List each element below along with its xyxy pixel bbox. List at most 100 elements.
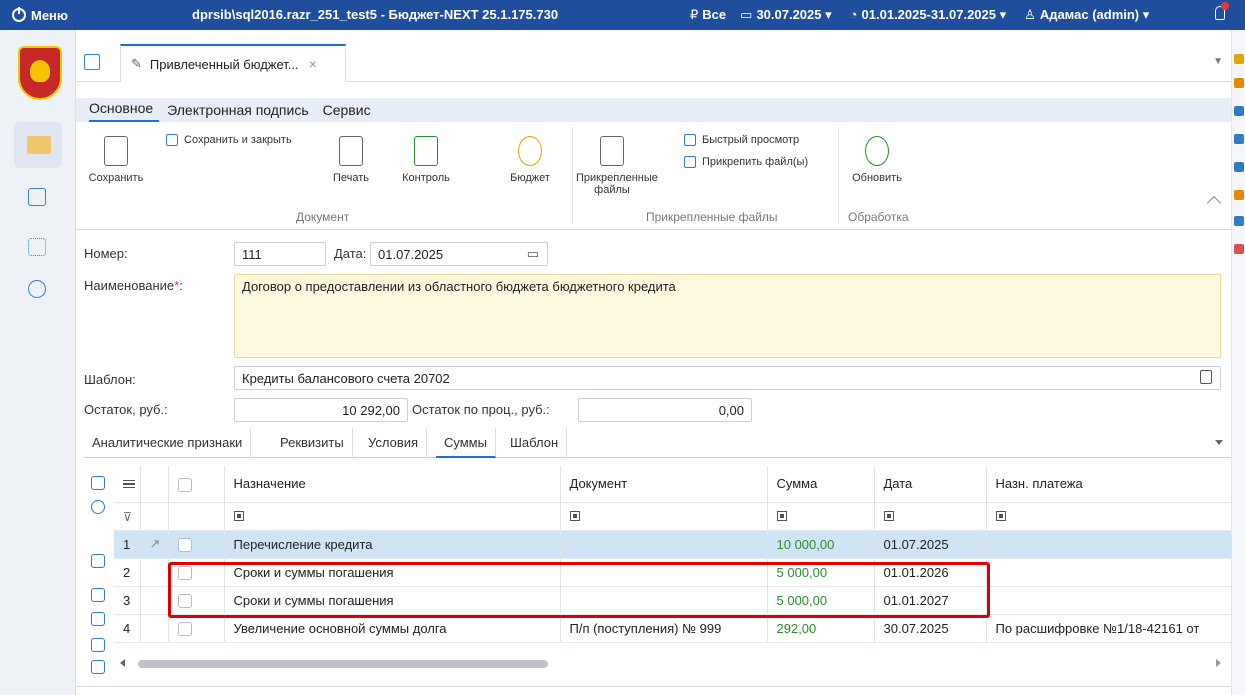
expand-icon[interactable] — [91, 554, 105, 568]
filter-purpose[interactable] — [224, 502, 561, 531]
checkbox[interactable] — [177, 621, 192, 636]
number-field[interactable]: 111 — [234, 242, 326, 266]
attached-files-button[interactable]: Прикрепленные файлы — [576, 136, 658, 196]
date-selector[interactable]: ▭ 30.07.2025 ▾ — [740, 7, 836, 23]
table-row[interactable]: 3 Сроки и суммы погашения 5 000,00 01.01… — [114, 586, 1232, 615]
scroll-left-icon[interactable] — [120, 659, 125, 667]
user-icon[interactable] — [1234, 54, 1244, 64]
filter-icon[interactable] — [1234, 162, 1244, 172]
quick-view-button[interactable]: Быстрый просмотр — [684, 134, 799, 146]
checkbox[interactable] — [177, 593, 192, 608]
tabs-overview-icon[interactable] — [84, 54, 100, 70]
scroll-up-icon[interactable] — [91, 476, 105, 490]
tab-title: Привлеченный бюджет... — [149, 56, 299, 72]
tab-analytics[interactable]: Аналитические признаки — [84, 428, 252, 458]
copy-icon[interactable] — [91, 612, 105, 626]
scroll-down-icon[interactable] — [91, 660, 105, 674]
filter-clear-icon[interactable]: ⊽ — [123, 510, 132, 524]
menu-button[interactable]: Меню — [0, 7, 88, 23]
column-chooser[interactable] — [114, 466, 141, 503]
folder-icon[interactable] — [14, 122, 62, 168]
filter-document[interactable] — [560, 502, 768, 531]
table-row[interactable]: 4 Увеличение основной суммы долга П/п (п… — [114, 614, 1232, 643]
chevron-down-icon[interactable] — [1215, 440, 1223, 445]
template-picker-icon[interactable] — [1200, 370, 1212, 384]
save-close-button[interactable]: Сохранить и закрыть — [166, 134, 292, 146]
notification-badge — [1221, 2, 1229, 10]
select-all[interactable] — [168, 466, 225, 503]
filter-payment[interactable] — [986, 502, 1232, 531]
currency-selector[interactable]: ₽ Все — [690, 7, 726, 23]
header-date[interactable]: Дата — [874, 466, 987, 503]
sql-icon[interactable] — [1234, 134, 1244, 144]
filter-icon[interactable] — [995, 510, 1006, 521]
scroll-thumb[interactable] — [138, 660, 548, 668]
template-field[interactable]: Кредиты балансового счета 20702 — [234, 366, 1221, 390]
filter-icon[interactable] — [233, 510, 244, 521]
name-field[interactable]: Договор о предоставлении из областного б… — [234, 274, 1221, 358]
filter-sum[interactable] — [767, 502, 875, 531]
chevron-down-icon[interactable]: ▼ — [1213, 56, 1223, 67]
header-purpose[interactable]: Назначение — [224, 466, 561, 503]
calendar-icon: ▭ — [740, 7, 753, 22]
tool-icon[interactable] — [1234, 78, 1244, 88]
attach-file-button[interactable]: Прикрепить файл(ы) — [684, 156, 808, 168]
tab-requisites[interactable]: Реквизиты — [272, 428, 353, 458]
table-row[interactable]: 1 ↗ Перечисление кредита 10 000,00 01.07… — [114, 530, 1232, 559]
checkbox[interactable] — [177, 537, 192, 552]
pct-balance-field[interactable]: 0,00 — [578, 398, 752, 422]
ribbon-tab-signature[interactable]: Электронная подпись — [167, 102, 314, 122]
print-button[interactable]: Печать — [326, 136, 376, 184]
sums-table: Назначение Документ Сумма Дата Назн. пла… — [114, 466, 1232, 643]
left-sidebar — [0, 30, 76, 695]
tab-template[interactable]: Шаблон — [502, 428, 568, 458]
coins-icon — [518, 136, 542, 166]
header-sum[interactable]: Сумма — [767, 466, 875, 503]
tab-conditions[interactable]: Условия — [360, 428, 428, 458]
export-icon[interactable] — [91, 638, 105, 652]
scroll-right-icon[interactable] — [1216, 659, 1221, 667]
power-icon — [12, 7, 26, 22]
horizontal-scrollbar[interactable] — [114, 654, 1231, 674]
calendar-icon[interactable] — [1234, 244, 1244, 254]
period-selector[interactable]: ◔ 01.01.2025-31.07.2025 ▾ — [850, 7, 1010, 23]
filter-date[interactable] — [874, 502, 987, 531]
refresh-button[interactable]: Обновить — [844, 136, 910, 184]
save-button[interactable]: Сохранить — [86, 136, 146, 184]
scissors-icon[interactable] — [1234, 216, 1244, 226]
budget-button[interactable]: Бюджет — [502, 136, 558, 184]
filter-icon[interactable] — [883, 510, 894, 521]
checkbox[interactable] — [177, 565, 192, 580]
checkbox[interactable] — [177, 477, 192, 492]
grid-tools — [84, 466, 114, 676]
ribbon-tab-main[interactable]: Основное — [89, 100, 160, 122]
template-label: Шаблон: — [84, 372, 136, 387]
control-button[interactable]: Контроль — [394, 136, 458, 184]
expand-arrow-icon[interactable]: ↗ — [140, 530, 169, 559]
tab-sums[interactable]: Суммы — [436, 428, 496, 458]
list-icon[interactable] — [28, 238, 46, 256]
date-label: Дата: — [334, 246, 367, 261]
tab-document[interactable]: ✎ Привлеченный бюджет... × — [120, 44, 346, 82]
group-processing: Обработка — [848, 210, 909, 224]
close-icon[interactable]: × — [309, 56, 317, 72]
report-icon[interactable] — [1234, 190, 1244, 200]
balance-field[interactable]: 10 292,00 — [234, 398, 408, 422]
dashboard-icon[interactable] — [28, 188, 46, 206]
header-payment[interactable]: Назн. платежа — [986, 466, 1232, 503]
calendar-icon[interactable]: ▭ — [527, 246, 539, 262]
filter-icon[interactable] — [569, 510, 580, 521]
route-icon[interactable] — [28, 280, 46, 298]
table-row[interactable]: 2 Сроки и суммы погашения 5 000,00 01.01… — [114, 558, 1232, 587]
ribbon-separator — [838, 128, 839, 224]
user-menu[interactable]: ♙ Адамас (admin) ▾ — [1024, 7, 1153, 23]
date-field[interactable]: 01.07.2025 ▭ — [370, 242, 548, 266]
ribbon-tab-service[interactable]: Сервис — [323, 102, 377, 122]
gear-icon[interactable] — [91, 500, 105, 514]
ribbon: Сохранить Сохранить и закрыть Печать Кон… — [76, 122, 1231, 230]
sql-icon[interactable] — [1234, 106, 1244, 116]
header-document[interactable]: Документ — [560, 466, 768, 503]
chevron-up-icon[interactable] — [1206, 195, 1222, 211]
dropdown-icon[interactable] — [91, 588, 105, 602]
filter-icon[interactable] — [776, 510, 787, 521]
